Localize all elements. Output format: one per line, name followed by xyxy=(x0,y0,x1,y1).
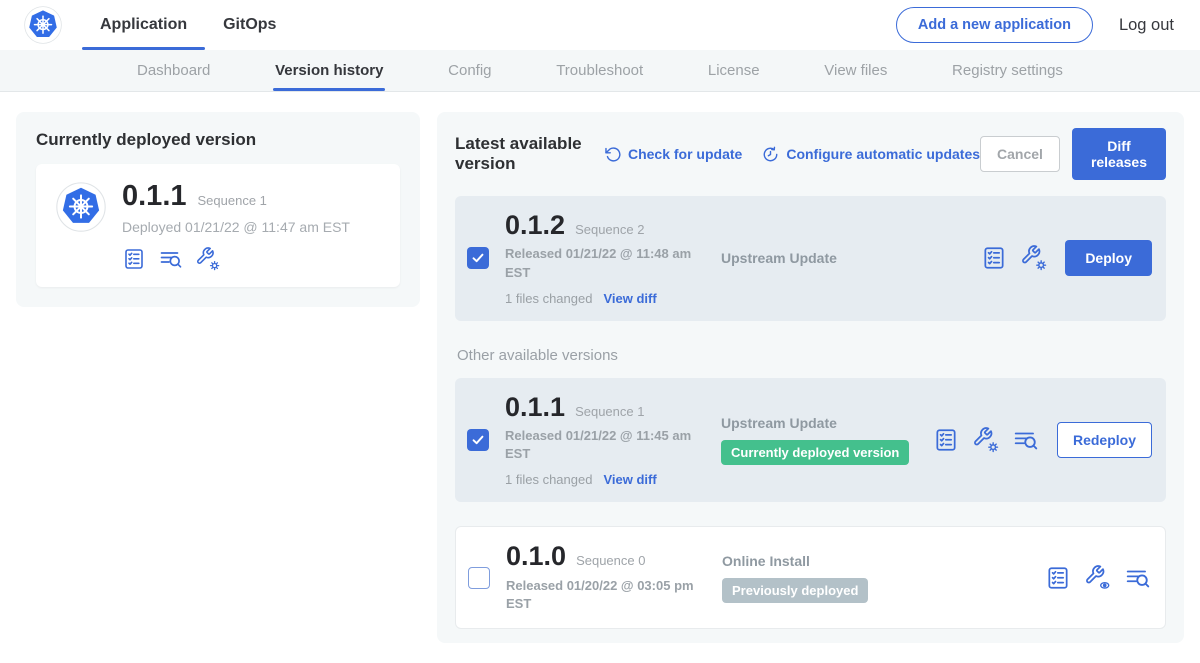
currently-deployed-title: Currently deployed version xyxy=(36,130,400,150)
version-released-timestamp: Released 01/21/22 @ 11:45 am EST xyxy=(505,427,705,463)
version-checkbox[interactable] xyxy=(467,429,489,451)
currently-deployed-badge: Currently deployed version xyxy=(721,440,909,465)
preflight-checks-icon[interactable] xyxy=(122,247,146,271)
latest-available-title: Latest available version xyxy=(455,134,584,174)
check-for-update-label: Check for update xyxy=(628,146,742,162)
version-source: Upstream Update xyxy=(717,250,981,266)
kubernetes-version-icon xyxy=(56,182,106,232)
nav-tab-application[interactable]: Application xyxy=(82,0,205,50)
currently-deployed-card: 0.1.1 Sequence 1 Deployed 01/21/22 @ 11:… xyxy=(36,164,400,287)
version-checkbox[interactable] xyxy=(468,567,490,589)
refresh-icon xyxy=(604,146,621,163)
currently-deployed-panel: Currently deployed version 0.1.1 Sequenc… xyxy=(16,112,420,307)
tab-config[interactable]: Config xyxy=(448,50,491,91)
edit-config-icon[interactable] xyxy=(1021,245,1047,271)
header-nav: Application GitOps xyxy=(82,0,294,50)
files-changed-label: 1 files changed xyxy=(505,472,592,487)
tab-troubleshoot[interactable]: Troubleshoot xyxy=(556,50,643,91)
checkmark-icon xyxy=(471,433,485,447)
version-info: 0.1.2 Sequence 2 Released 01/21/22 @ 11:… xyxy=(505,211,717,306)
version-source-label: Online Install xyxy=(722,553,1045,569)
version-info: 0.1.0 Sequence 0 Released 01/20/22 @ 03:… xyxy=(506,542,718,613)
configure-automatic-updates-label: Configure automatic updates xyxy=(786,146,980,162)
checkmark-icon xyxy=(471,251,485,265)
nav-tab-application-label: Application xyxy=(100,16,187,34)
version-number: 0.1.1 xyxy=(505,393,565,421)
version-released-timestamp: Released 01/21/22 @ 11:48 am EST xyxy=(505,245,705,281)
deployed-timestamp: Deployed 01/21/22 @ 11:47 am EST xyxy=(122,219,350,235)
deployed-version-number: 0.1.1 xyxy=(122,182,187,211)
main-content: Currently deployed version 0.1.1 Sequenc… xyxy=(0,92,1200,663)
configure-automatic-updates-link[interactable]: Configure automatic updates xyxy=(762,146,980,163)
version-source: Upstream Update Currently deployed versi… xyxy=(717,415,933,465)
version-sequence: Sequence 0 xyxy=(576,553,645,568)
view-diff-link[interactable]: View diff xyxy=(603,291,656,306)
edit-config-icon[interactable] xyxy=(973,427,999,453)
version-sequence: Sequence 1 xyxy=(575,404,644,419)
tab-license[interactable]: License xyxy=(708,50,760,91)
logout-link[interactable]: Log out xyxy=(1119,16,1174,35)
version-source: Online Install Previously deployed xyxy=(718,553,1045,603)
previously-deployed-badge: Previously deployed xyxy=(722,578,868,603)
add-new-application-button[interactable]: Add a new application xyxy=(896,7,1093,43)
view-config-icon[interactable] xyxy=(1085,565,1111,591)
version-actions: Deploy xyxy=(981,240,1152,276)
version-actions: Redeploy xyxy=(933,422,1152,458)
version-released-timestamp: Released 01/20/22 @ 03:05 pm EST xyxy=(506,577,706,613)
deploy-logs-icon[interactable] xyxy=(1013,427,1039,453)
check-for-update-link[interactable]: Check for update xyxy=(604,146,742,163)
version-row-0-1-2: 0.1.2 Sequence 2 Released 01/21/22 @ 11:… xyxy=(455,196,1166,321)
version-source-label: Upstream Update xyxy=(721,250,981,266)
version-source-label: Upstream Update xyxy=(721,415,933,431)
deployed-sequence: Sequence 1 xyxy=(198,193,267,208)
edit-config-icon[interactable] xyxy=(196,247,220,271)
version-row-0-1-1: 0.1.1 Sequence 1 Released 01/21/22 @ 11:… xyxy=(455,378,1166,503)
version-info: 0.1.1 Sequence 1 Released 01/21/22 @ 11:… xyxy=(505,393,717,488)
view-diff-link[interactable]: View diff xyxy=(603,472,656,487)
preflight-checks-icon[interactable] xyxy=(933,427,959,453)
kubernetes-logo-icon[interactable] xyxy=(24,6,62,44)
nav-tab-gitops-label: GitOps xyxy=(223,16,276,34)
available-versions-header: Latest available version Check for updat… xyxy=(455,128,1166,180)
version-number: 0.1.2 xyxy=(505,211,565,239)
files-changed-label: 1 files changed xyxy=(505,291,592,306)
auto-update-icon xyxy=(762,146,779,163)
available-versions-panel: Latest available version Check for updat… xyxy=(437,112,1184,643)
deploy-logs-icon[interactable] xyxy=(1125,565,1151,591)
diff-releases-button[interactable]: Diff releases xyxy=(1072,128,1166,180)
tab-registry-settings[interactable]: Registry settings xyxy=(952,50,1063,91)
deploy-logs-icon[interactable] xyxy=(159,247,183,271)
preflight-checks-icon[interactable] xyxy=(1045,565,1071,591)
deploy-button[interactable]: Deploy xyxy=(1065,240,1152,276)
tab-dashboard[interactable]: Dashboard xyxy=(137,50,210,91)
deployed-version-details: 0.1.1 Sequence 1 Deployed 01/21/22 @ 11:… xyxy=(122,182,350,271)
version-checkbox[interactable] xyxy=(467,247,489,269)
nav-tab-gitops[interactable]: GitOps xyxy=(205,0,294,50)
preflight-checks-icon[interactable] xyxy=(981,245,1007,271)
version-number: 0.1.0 xyxy=(506,542,566,570)
redeploy-button[interactable]: Redeploy xyxy=(1057,422,1152,458)
version-row-0-1-0: 0.1.0 Sequence 0 Released 01/20/22 @ 03:… xyxy=(455,526,1166,629)
version-actions xyxy=(1045,565,1151,591)
tab-version-history[interactable]: Version history xyxy=(275,50,383,91)
tab-view-files[interactable]: View files xyxy=(824,50,887,91)
other-versions-title: Other available versions xyxy=(457,347,1166,364)
app-subnav: Dashboard Version history Config Trouble… xyxy=(0,50,1200,92)
version-sequence: Sequence 2 xyxy=(575,222,644,237)
top-header: Application GitOps Add a new application… xyxy=(0,0,1200,50)
cancel-button[interactable]: Cancel xyxy=(980,136,1060,172)
